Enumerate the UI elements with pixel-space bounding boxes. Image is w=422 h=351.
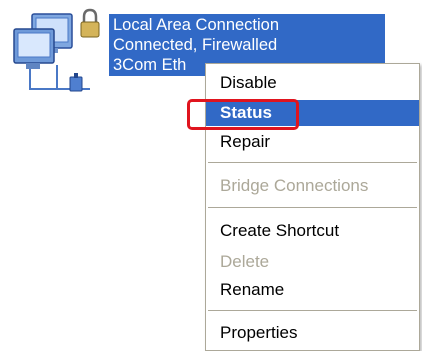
- menu-item-properties[interactable]: Properties: [206, 320, 419, 346]
- menu-item-disable[interactable]: Disable: [206, 70, 419, 96]
- status-highlight-callout: [187, 99, 299, 130]
- menu-item-status[interactable]: Status: [187, 99, 419, 130]
- menu-item-rename[interactable]: Rename: [206, 277, 419, 303]
- menu-item-bridge-connections: Bridge Connections: [220, 176, 369, 195]
- menu-separator: [208, 162, 417, 163]
- network-connection-icon[interactable]: [12, 5, 102, 95]
- connection-name: Local Area Connection: [113, 16, 280, 34]
- context-menu: Disable Status Repair Bridge Connections…: [187, 63, 420, 351]
- menu-item-repair[interactable]: Repair: [206, 129, 419, 155]
- menu-item-create-shortcut[interactable]: Create Shortcut: [206, 218, 419, 244]
- connection-status: Connected, Firewalled: [113, 36, 278, 54]
- menu-separator: [208, 310, 417, 311]
- menu-separator: [208, 207, 417, 208]
- menu-item-delete: Delete: [220, 252, 270, 271]
